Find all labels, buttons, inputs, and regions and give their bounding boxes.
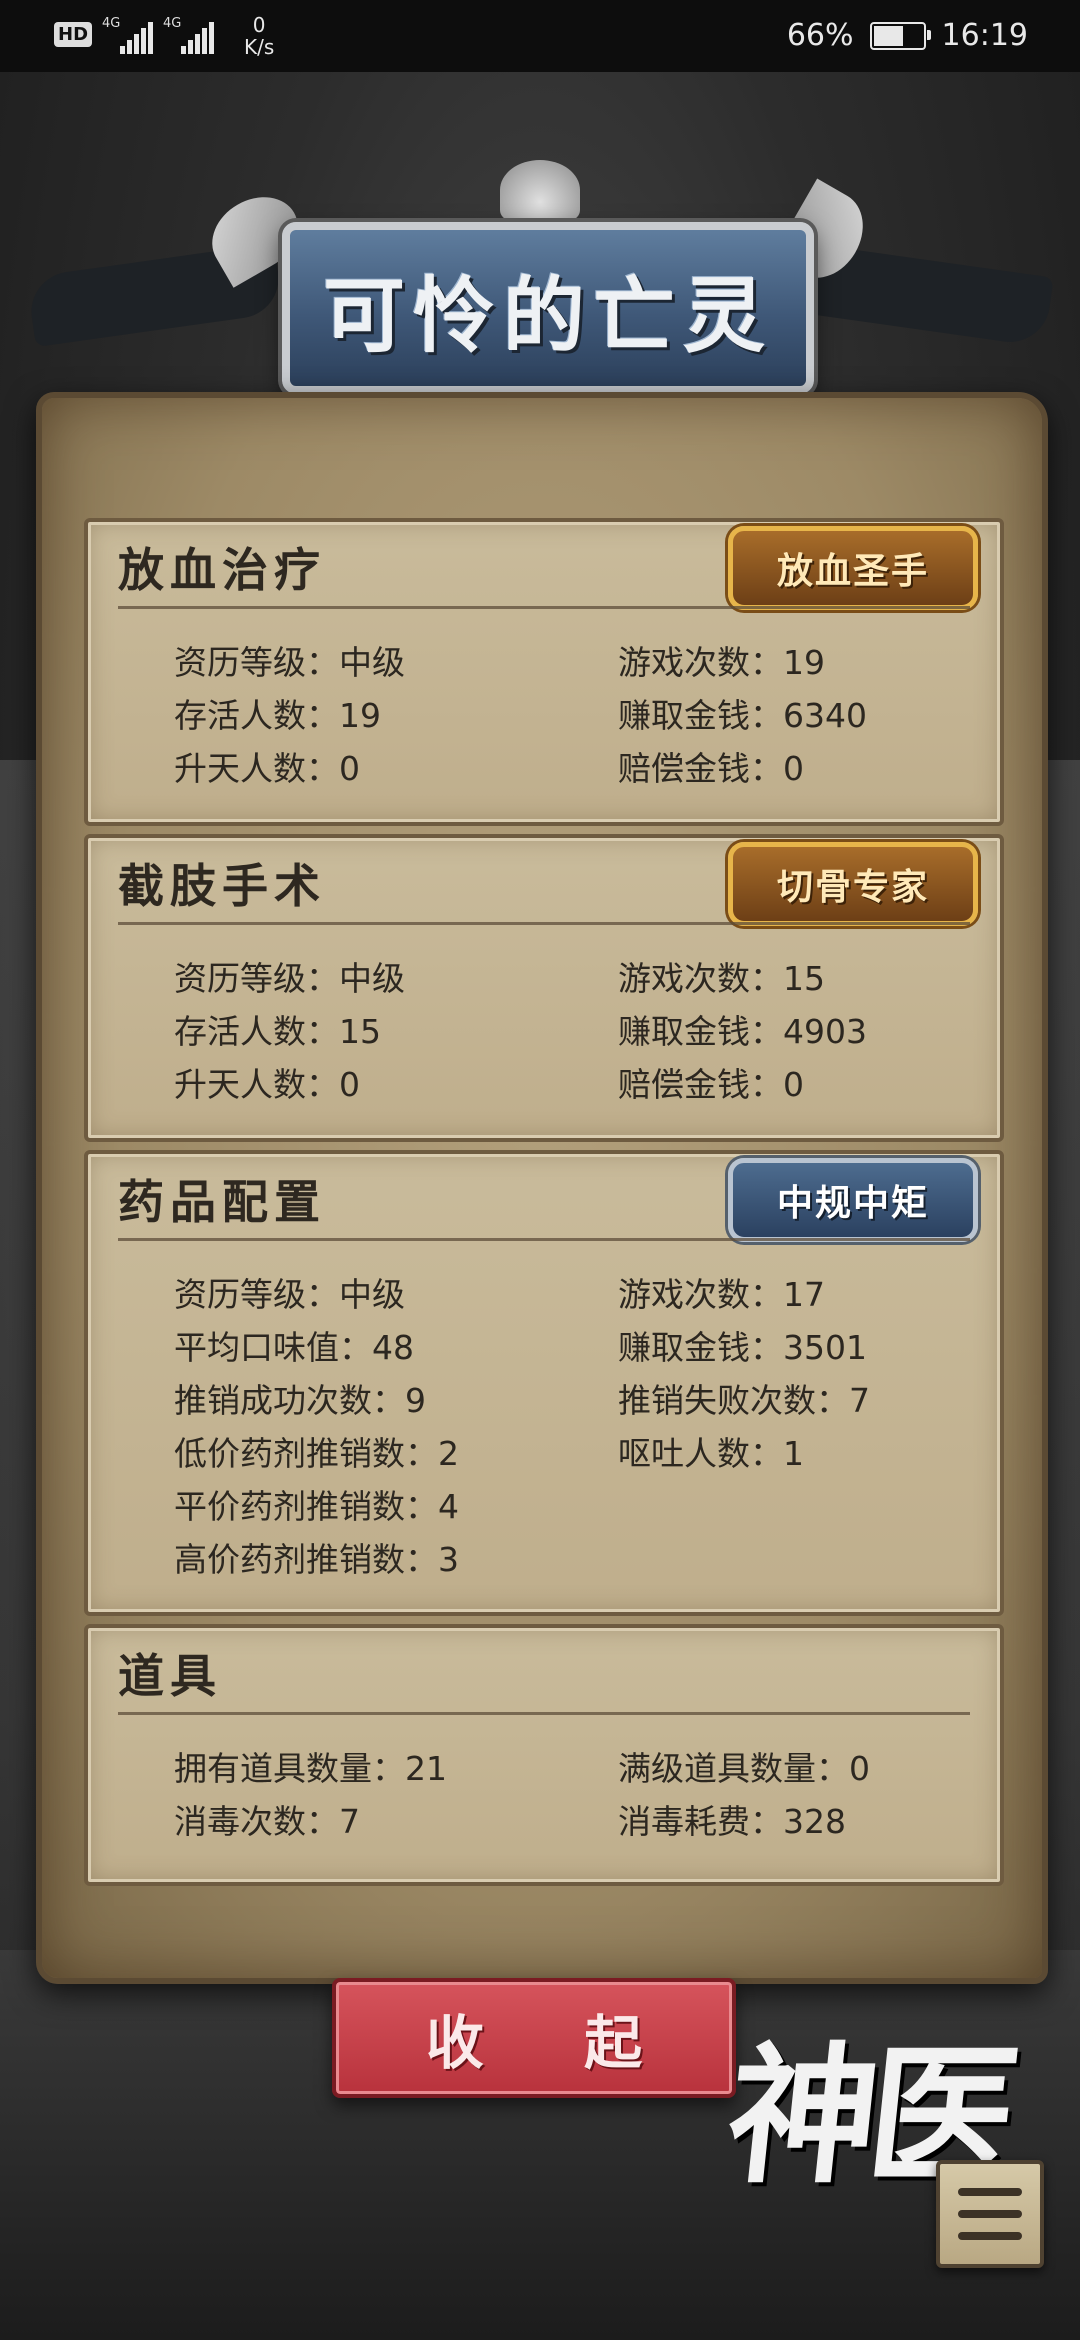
status-bar: HD 4G 4G 0 K/s 66% 16:19: [0, 0, 1080, 72]
achievement-badge: 切骨专家: [728, 842, 978, 926]
stat-item: 消毒次数：7: [174, 1802, 360, 1841]
battery-icon: [869, 21, 931, 50]
stat-item: 资历等级：中级: [174, 643, 405, 682]
stat-item: 游戏次数：19: [618, 643, 825, 682]
stat-item: 存活人数：19: [174, 696, 381, 735]
stat-item: 平均口味值：48: [174, 1328, 414, 1367]
stat-item: 游戏次数：17: [618, 1275, 825, 1314]
stat-item: 资历等级：中级: [174, 1275, 405, 1314]
stat-item: 低价药剂推销数：2: [174, 1434, 459, 1473]
network-speed: 0 K/s: [244, 13, 275, 59]
section-items: 道具 拥有道具数量：21 消毒次数：7 满级道具数量：0 消毒耗费：328: [84, 1624, 1004, 1886]
collapse-button[interactable]: 收 起: [332, 1978, 736, 2098]
stat-item: 赔偿金钱：0: [618, 749, 804, 788]
stat-item: 推销成功次数：9: [174, 1381, 426, 1420]
stat-item: 升天人数：0: [174, 749, 360, 788]
stat-item: 游戏次数：15: [618, 959, 825, 998]
achievement-badge: 中规中矩: [728, 1158, 978, 1242]
section-bloodletting: 放血治疗 放血圣手 资历等级：中级 存活人数：19 升天人数：0 游戏次数：19…: [84, 518, 1004, 826]
section-medicine: 药品配置 中规中矩 资历等级：中级 平均口味值：48 推销成功次数：9 低价药剂…: [84, 1150, 1004, 1616]
divider: [118, 922, 970, 925]
divider: [118, 1712, 970, 1715]
stat-item: 呕吐人数：1: [618, 1434, 804, 1473]
stat-item: 赚取金钱：6340: [618, 696, 867, 735]
section-amputation: 截肢手术 切骨专家 资历等级：中级 存活人数：15 升天人数：0 游戏次数：15…: [84, 834, 1004, 1142]
divider: [118, 606, 970, 609]
title-banner: 可怜的亡灵: [282, 222, 814, 394]
stat-item: 赚取金钱：4903: [618, 1012, 867, 1051]
crest-ornament-icon: [500, 160, 580, 220]
section-title: 道具: [118, 1649, 222, 1703]
battery-percent: 66%: [786, 18, 854, 53]
stat-item: 满级道具数量：0: [618, 1749, 870, 1788]
section-title: 截肢手术: [118, 859, 326, 913]
achievement-badge: 放血圣手: [728, 526, 978, 610]
stat-item: 存活人数：15: [174, 1012, 381, 1051]
page-title: 可怜的亡灵: [322, 267, 773, 364]
clock: 16:19: [941, 18, 1028, 53]
stat-item: 赚取金钱：3501: [618, 1328, 867, 1367]
stat-item: 拥有道具数量：21: [174, 1749, 447, 1788]
divider: [118, 1238, 970, 1241]
stat-item: 升天人数：0: [174, 1065, 360, 1104]
hd-icon: HD: [54, 22, 93, 47]
stat-item: 赔偿金钱：0: [618, 1065, 804, 1104]
stat-item: 推销失败次数：7: [618, 1381, 870, 1420]
section-title: 放血治疗: [118, 543, 326, 597]
stat-item: 高价药剂推销数：3: [174, 1540, 459, 1579]
stat-item: 平价药剂推销数：4: [174, 1487, 459, 1526]
stat-item: 资历等级：中级: [174, 959, 405, 998]
signal-icon: 4G: [102, 14, 154, 54]
section-title: 药品配置: [118, 1175, 326, 1229]
signal-icon: 4G: [163, 14, 215, 54]
stat-item: 消毒耗费：328: [618, 1802, 846, 1841]
menu-button[interactable]: [936, 2160, 1044, 2268]
